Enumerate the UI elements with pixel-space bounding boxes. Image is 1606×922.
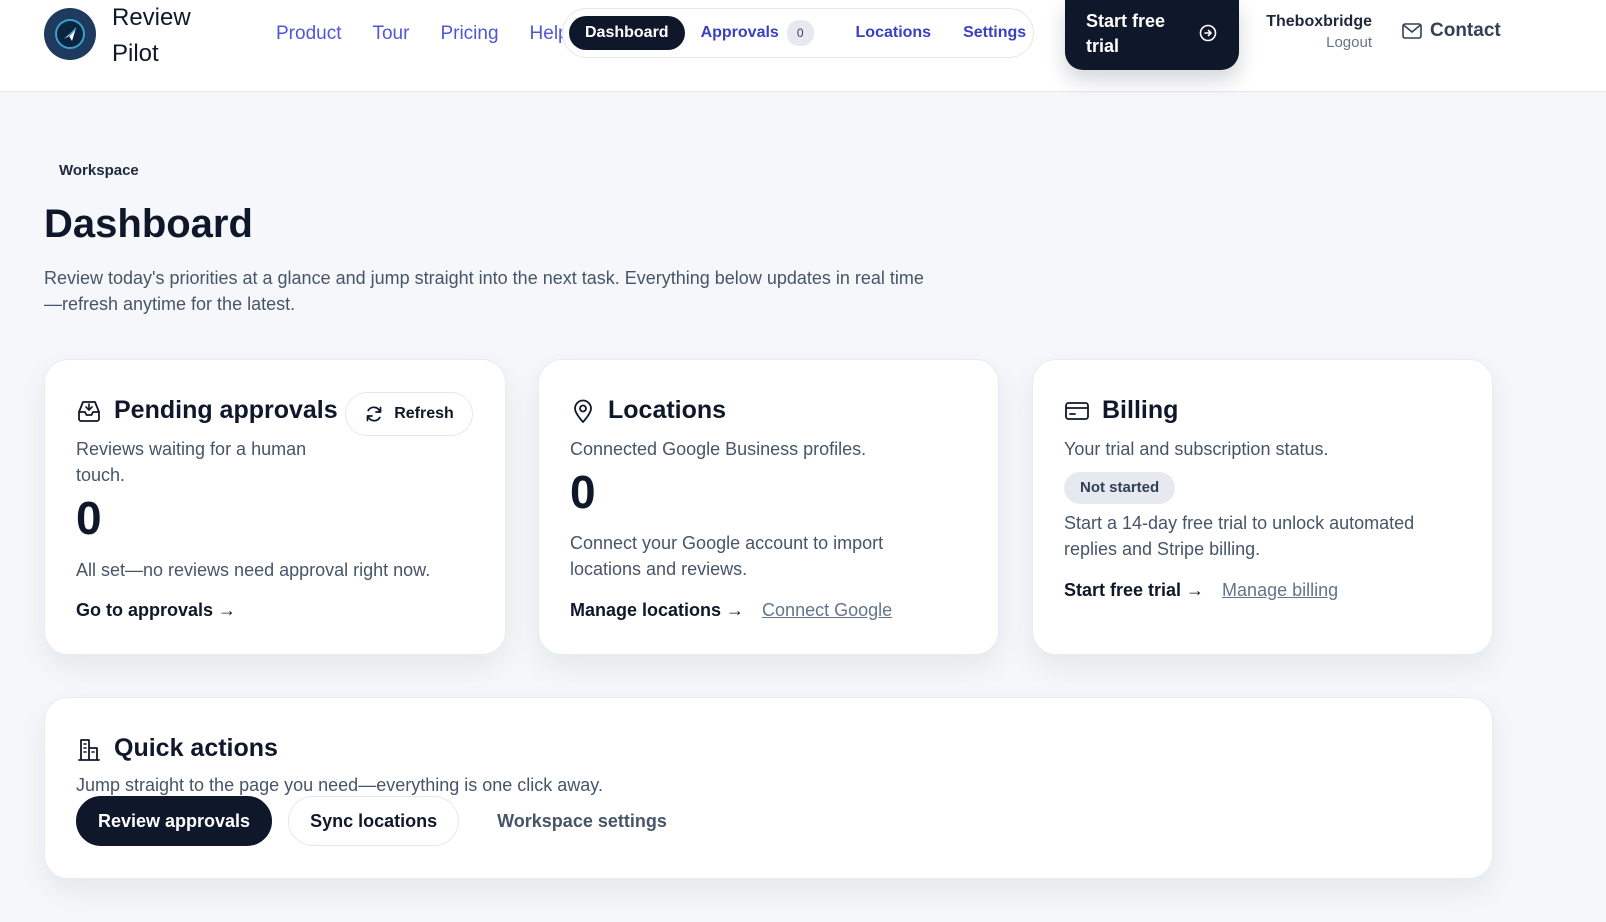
locations-card-subtitle: Connected Google Business profiles.: [570, 439, 867, 459]
billing-status-badge: Not started: [1064, 472, 1176, 504]
nav-link-product[interactable]: Product: [276, 22, 341, 46]
user-name: Theboxbridge: [1266, 13, 1372, 30]
billing-message: Start a 14-day free trial to unlock auto…: [1064, 513, 1415, 559]
nav-link-pricing[interactable]: Pricing: [440, 22, 498, 46]
contact-link[interactable]: Contact: [1402, 20, 1501, 42]
user-menu: Theboxbridge Logout: [1262, 13, 1372, 51]
arrow-right-circle-icon: [1199, 24, 1217, 42]
pending-card-subtitle: Reviews waiting for a human touch.: [76, 439, 307, 485]
contact-label: Contact: [1430, 20, 1501, 41]
sync-locations-button[interactable]: Sync locations: [288, 796, 460, 846]
refresh-label: Refresh: [394, 405, 454, 422]
approvals-count-badge: 0: [786, 19, 814, 46]
nav-link-tour[interactable]: Tour: [372, 22, 409, 46]
tab-locations[interactable]: Locations: [840, 16, 948, 50]
pending-card-title: Pending approvals: [114, 396, 338, 424]
mail-icon: [1402, 23, 1422, 39]
page-title: Dashboard: [44, 202, 253, 246]
billing-card-links: Start free trial → Manage billing: [1064, 580, 1338, 601]
quick-actions-title: Quick actions: [114, 734, 278, 762]
app-nav: Dashboard Approvals 0 Locations Settings: [562, 8, 1034, 58]
manage-locations-link[interactable]: Manage locations →: [570, 600, 744, 621]
billing-card: Billing Your trial and subscription stat…: [1032, 359, 1493, 655]
locations-card-header: Locations: [570, 396, 726, 425]
brand-logo[interactable]: [44, 8, 96, 60]
pending-approvals-card: Pending approvals Refresh Reviews waitin…: [44, 359, 506, 655]
billing-card-title: Billing: [1102, 396, 1179, 424]
page-description: Review today's priorities at a glance an…: [44, 268, 924, 314]
refresh-button[interactable]: Refresh: [345, 392, 473, 436]
paper-plane-logo-icon: [55, 19, 85, 49]
locations-message: Connect your Google account to import lo…: [570, 533, 884, 579]
refresh-icon: [366, 406, 382, 422]
quick-actions-header: Quick actions: [76, 734, 278, 763]
billing-card-subtitle: Your trial and subscription status.: [1064, 439, 1329, 459]
locations-count: 0: [570, 466, 596, 518]
tab-approvals[interactable]: Approvals 0: [685, 16, 830, 50]
start-trial-link[interactable]: Start free trial →: [1064, 580, 1204, 601]
brand-name[interactable]: Review Pilot: [112, 0, 202, 72]
connect-google-link[interactable]: Connect Google: [762, 600, 892, 621]
pending-message: All set—no reviews need approval right n…: [76, 560, 431, 580]
manage-billing-link[interactable]: Manage billing: [1222, 580, 1338, 601]
review-approvals-button[interactable]: Review approvals: [76, 796, 273, 846]
top-header: Review Pilot Product Tour Pricing Help D…: [0, 0, 1606, 92]
start-free-trial-button[interactable]: Start free trial: [1065, 0, 1239, 70]
tab-dashboard[interactable]: Dashboard: [569, 16, 685, 50]
quick-actions-buttons: Review approvals Sync locations Workspac…: [76, 796, 689, 846]
locations-card-links: Manage locations → Connect Google: [570, 600, 892, 621]
tab-approvals-label: Approvals: [700, 24, 779, 41]
quick-actions-subtitle: Jump straight to the page you need—every…: [76, 775, 603, 795]
marketing-nav: Product Tour Pricing Help: [276, 22, 569, 46]
locations-card-title: Locations: [608, 396, 727, 424]
workspace-settings-button[interactable]: Workspace settings: [475, 796, 689, 846]
billing-card-header: Billing: [1064, 396, 1178, 425]
inbox-icon: [78, 400, 100, 422]
map-pin-icon: [574, 399, 592, 423]
start-free-trial-label: Start free trial: [1086, 11, 1166, 56]
section-eyebrow: Workspace: [59, 162, 139, 179]
pending-count: 0: [76, 492, 102, 544]
pending-card-header: Pending approvals: [76, 396, 338, 425]
credit-card-icon: [1065, 401, 1089, 420]
pending-card-links: Go to approvals →: [76, 600, 236, 621]
logout-link[interactable]: Logout: [1262, 34, 1372, 51]
go-to-approvals-link[interactable]: Go to approvals →: [76, 600, 236, 621]
quick-actions-card: Quick actions Jump straight to the page …: [44, 697, 1493, 879]
tab-settings[interactable]: Settings: [947, 16, 1042, 50]
locations-card: Locations Connected Google Business prof…: [538, 359, 999, 655]
building-icon: [78, 738, 100, 761]
